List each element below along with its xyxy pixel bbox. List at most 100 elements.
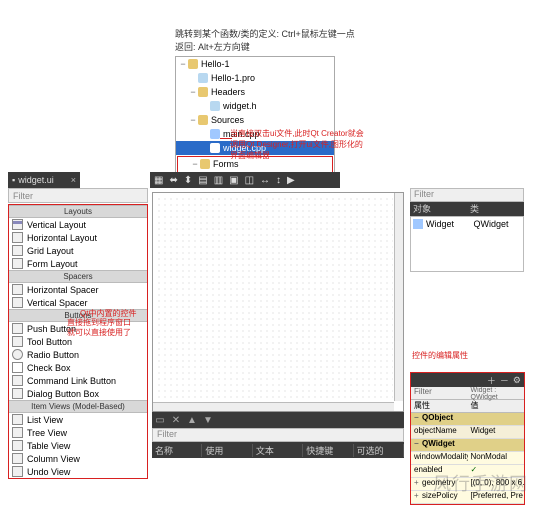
annotation-drag: 直接拖到程序窗口就可以直接使用了 — [64, 318, 134, 338]
checkbox-item[interactable]: Check Box — [9, 361, 147, 374]
pro-icon — [198, 73, 208, 83]
dialogbuttonbox-item[interactable]: Dialog Button Box — [9, 387, 147, 400]
treeview-item[interactable]: Tree View — [9, 426, 147, 439]
design-canvas[interactable] — [152, 192, 404, 412]
spacers-header[interactable]: Spacers — [9, 270, 147, 283]
col-checkable[interactable]: 可选的 — [354, 444, 404, 457]
object-filter[interactable]: Filter — [410, 188, 524, 202]
col-text[interactable]: 文本 — [253, 444, 303, 457]
commandlink-icon — [12, 375, 23, 386]
h-icon — [210, 101, 220, 111]
hspacer-item[interactable]: Horizontal Spacer — [9, 283, 147, 296]
col-name[interactable]: 名称 — [152, 444, 202, 457]
object-tree[interactable]: Widget QWidget — [410, 216, 524, 272]
tree-root[interactable]: −Hello-1 — [176, 57, 334, 71]
preview-icon[interactable]: ▶ — [287, 175, 295, 186]
spacer-h-icon[interactable]: ↔ — [260, 175, 270, 186]
col-class[interactable]: 类 — [467, 202, 524, 216]
radiobutton-icon — [12, 349, 23, 360]
col-val[interactable]: 值 — [468, 400, 525, 412]
action-filter[interactable]: Filter — [152, 428, 404, 442]
form-layout-item[interactable]: Form Layout — [9, 257, 147, 270]
columnview-item[interactable]: Column View — [9, 452, 147, 465]
cpp-icon — [210, 129, 220, 139]
tree-headers[interactable]: −Headers — [176, 85, 334, 99]
tableview-item[interactable]: Table View — [9, 439, 147, 452]
undoview-item[interactable]: Undo View — [9, 465, 147, 478]
widget-box: Layouts Vertical Layout Horizontal Layou… — [8, 204, 148, 479]
layout-form-icon[interactable]: ▥ — [214, 175, 223, 186]
object-inspector: Filter 对象 类 Widget QWidget — [410, 188, 524, 272]
col-prop[interactable]: 属性 — [411, 400, 468, 412]
checkbox-icon — [12, 362, 23, 373]
grid-layout-item[interactable]: Grid Layout — [9, 244, 147, 257]
col-shortcut[interactable]: 快捷键 — [303, 444, 353, 457]
form-dotgrid[interactable] — [156, 196, 393, 401]
file-icon: ▪ — [12, 175, 15, 185]
delete-action-icon[interactable]: ✕ — [168, 412, 184, 428]
scrollbar-vertical[interactable] — [394, 193, 403, 401]
col-object[interactable]: 对象 — [410, 202, 467, 216]
formlayout-icon — [12, 258, 23, 269]
commandlink-item[interactable]: Command Link Button — [9, 374, 147, 387]
action-table-header: 名称 使用 文本 快捷键 可选的 — [152, 442, 404, 458]
sort-icon[interactable]: ⚙ — [513, 375, 521, 386]
break-layout-icon[interactable]: ▣ — [229, 175, 238, 186]
prop-objectname[interactable]: objectNameWidget — [411, 426, 524, 439]
folder-icon — [200, 159, 210, 169]
tree-sources[interactable]: −Sources — [176, 113, 334, 127]
tree-pro[interactable]: Hello-1.pro — [176, 71, 334, 85]
vertical-layout-item[interactable]: Vertical Layout — [9, 218, 147, 231]
close-icon[interactable]: × — [71, 175, 76, 185]
collapse-icon[interactable]: − — [178, 57, 188, 71]
group-qwidget[interactable]: −QWidget — [411, 439, 524, 452]
project-tree: −Hello-1 Hello-1.pro −Headers widget.h −… — [175, 56, 335, 188]
cpp-icon — [210, 143, 220, 153]
layouts-header[interactable]: Layouts — [9, 205, 147, 218]
tree-widget-h[interactable]: widget.h — [176, 99, 334, 113]
object-widget[interactable]: Widget QWidget — [413, 219, 521, 229]
property-filter[interactable]: Filter Widget : QWidget — [411, 387, 524, 400]
vspacer-icon — [12, 297, 23, 308]
scrollbar-horizontal[interactable] — [153, 402, 394, 411]
adjust-size-icon[interactable]: ◫ — [245, 175, 254, 186]
down-icon[interactable]: ▼ — [200, 412, 216, 428]
collapse-icon[interactable]: − — [188, 85, 198, 99]
tableview-icon — [12, 440, 23, 451]
widget-icon — [413, 219, 423, 229]
layout-h-icon[interactable]: ⬌ — [169, 175, 177, 186]
project-icon — [188, 59, 198, 69]
annotation-ui-file: 当直接双击ui文件,此时Qt Creator就会调用Qt Designer,打开… — [230, 128, 370, 161]
new-action-icon[interactable]: ▭ — [152, 412, 168, 428]
group-qobject[interactable]: −QObject — [411, 413, 524, 426]
columnview-icon — [12, 453, 23, 464]
collapse-icon[interactable]: − — [188, 113, 198, 127]
action-toolbar: ▭ ✕ ▲ ▼ — [152, 412, 404, 428]
up-icon[interactable]: ▲ — [184, 412, 200, 428]
layout-v-icon[interactable]: ⬍ — [184, 175, 192, 186]
horizontal-layout-item[interactable]: Horizontal Layout — [9, 231, 147, 244]
itemviews-header[interactable]: Item Views (Model-Based) — [9, 400, 147, 413]
undoview-icon — [12, 466, 23, 477]
watermark: 风行手游网 — [433, 470, 528, 496]
object-header: 对象 类 — [410, 202, 524, 216]
treeview-icon — [12, 427, 23, 438]
spacer-v-icon[interactable]: ↕ — [276, 175, 281, 186]
vlayout-icon — [12, 219, 23, 230]
gridlayout-icon — [12, 245, 23, 256]
property-toolbar: ＋ － ⚙ — [411, 373, 524, 387]
pushbutton-icon — [12, 323, 23, 334]
remove-dynamic-icon[interactable]: － — [500, 374, 509, 387]
listview-item[interactable]: List View — [9, 413, 147, 426]
col-used[interactable]: 使用 — [202, 444, 252, 457]
widgetbox-filter[interactable]: Filter — [8, 188, 148, 203]
prop-windowmodality[interactable]: windowModalityNonModal — [411, 452, 524, 465]
dialogbuttonbox-icon — [12, 388, 23, 399]
editor-tab[interactable]: ▪ widget.ui × — [8, 172, 80, 188]
add-dynamic-icon[interactable]: ＋ — [487, 374, 496, 387]
layout-grid-icon[interactable]: ▤ — [198, 175, 207, 186]
edit-widgets-icon[interactable]: ▦ — [154, 175, 163, 186]
collapse-icon[interactable]: − — [190, 157, 200, 171]
radiobutton-item[interactable]: Radio Button — [9, 348, 147, 361]
toolbutton-icon — [12, 336, 23, 347]
